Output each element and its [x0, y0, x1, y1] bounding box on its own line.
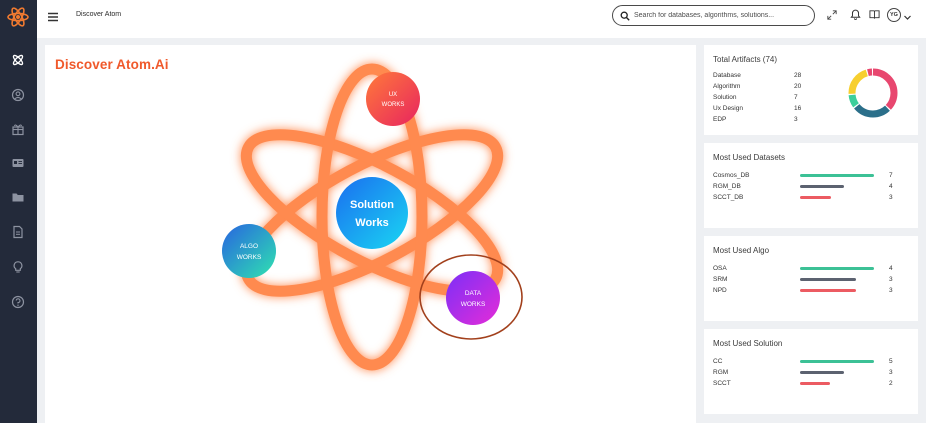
solution-works-label-line2: Works	[355, 217, 388, 229]
atom-logo-icon[interactable]	[7, 6, 29, 28]
most-used-datasets-card: Most Used Datasets Cosmos_DB 7 RGM_DB 4 SCCT…	[704, 143, 918, 228]
user-avatar[interactable]: YG	[887, 8, 901, 22]
datasets-usage-bar	[800, 174, 874, 177]
most-used-algo-card: Most Used Algo OSA 4 SRM 3 NPD 3	[704, 236, 918, 321]
document-icon[interactable]	[9, 223, 27, 241]
atom-diagram: UX WORKS Solution Works ALGO WORKS DATA …	[222, 63, 523, 371]
solution-works-node[interactable]: Solution Works	[336, 177, 408, 249]
page-breadcrumb-title: Discover Atom	[76, 11, 122, 18]
solution-row-label: RGM	[713, 369, 729, 376]
user-circle-icon[interactable]	[9, 86, 27, 104]
sidebar	[0, 0, 37, 423]
solution-row-value: 5	[889, 358, 893, 365]
data-works-node[interactable]: DATA WORKS	[419, 254, 523, 340]
solution-usage-bar	[800, 360, 874, 363]
algo-row-value: 3	[889, 287, 893, 294]
datasets-usage-bar	[800, 196, 832, 199]
most-used-solution-title: Most Used Solution	[713, 339, 783, 348]
solution-usage-bar	[800, 371, 845, 374]
discover-atom-panel: Discover Atom.Ai UX WORKS Solution Works…	[45, 45, 696, 423]
algo-row-value: 3	[889, 276, 893, 283]
ux-works-label-line1: UX	[389, 92, 397, 98]
most-used-datasets-title: Most Used Datasets	[713, 153, 786, 162]
gift-icon[interactable]	[9, 120, 27, 138]
chevron-down-icon[interactable]	[903, 9, 912, 20]
algo-row-label: OSA	[713, 265, 727, 272]
solution-row-value: 2	[889, 380, 893, 387]
lightbulb-icon[interactable]	[9, 258, 27, 276]
expand-icon[interactable]	[825, 8, 838, 21]
help-icon[interactable]	[9, 293, 27, 311]
datasets-row-value: 7	[889, 172, 893, 179]
total-artifacts-title: Total Artifacts (74)	[713, 55, 778, 64]
most-used-algo-title: Most Used Algo	[713, 246, 770, 255]
datasets-usage-bar	[800, 185, 845, 188]
algo-works-node[interactable]: ALGO WORKS	[222, 224, 276, 278]
folder-icon[interactable]	[9, 188, 27, 206]
artifact-row-value: 28	[794, 72, 802, 79]
notification-bell-icon[interactable]	[849, 8, 862, 21]
solution-works-label-line1: Solution	[350, 199, 394, 211]
id-card-icon[interactable]	[9, 154, 27, 172]
algo-usage-bar	[800, 278, 856, 281]
solution-row-value: 3	[889, 369, 893, 376]
search-icon	[620, 11, 630, 21]
book-icon[interactable]	[868, 8, 881, 21]
algo-row-value: 4	[889, 265, 893, 272]
search-box[interactable]	[612, 5, 815, 26]
algo-works-label-line1: ALGO	[240, 243, 258, 250]
datasets-row-label: Cosmos_DB	[713, 172, 750, 179]
solution-row-label: CC	[713, 358, 723, 365]
search-input[interactable]	[634, 9, 810, 22]
artifact-row-value: 7	[794, 94, 798, 101]
ux-works-label-line2: WORKS	[382, 102, 405, 108]
data-works-label-line1: DATA	[465, 290, 482, 297]
artifact-row-value: 3	[794, 116, 798, 123]
algo-works-label-line2: WORKS	[237, 254, 262, 261]
artifact-row-value: 16	[794, 105, 802, 112]
datasets-row-value: 4	[889, 183, 893, 190]
datasets-row-value: 3	[889, 194, 893, 201]
solution-row-label: SCCT	[713, 380, 731, 387]
artifact-row-label: EDP	[713, 116, 727, 123]
artifact-row-label: Algorithm	[713, 83, 741, 90]
atom-icon[interactable]	[9, 51, 27, 69]
data-works-label-line2: WORKS	[461, 301, 486, 308]
solution-usage-bar	[800, 382, 830, 385]
algo-row-label: NPD	[713, 287, 727, 294]
hamburger-menu-icon[interactable]	[47, 10, 59, 22]
algo-usage-bar	[800, 267, 874, 270]
artifact-row-label: Solution	[713, 94, 737, 101]
datasets-row-label: SCCT_DB	[713, 194, 744, 201]
artifacts-donut-chart	[848, 68, 898, 118]
topbar: Discover Atom YG	[37, 0, 926, 38]
most-used-solution-card: Most Used Solution CC 5 RGM 3 SCCT 2	[704, 329, 918, 414]
total-artifacts-card: Total Artifacts (74) Database 28 Algorithm…	[704, 45, 918, 135]
artifact-row-value: 20	[794, 83, 802, 90]
algo-usage-bar	[800, 289, 856, 292]
datasets-row-label: RGM_DB	[713, 183, 741, 190]
ux-works-node[interactable]: UX WORKS	[366, 72, 420, 126]
algo-row-label: SRM	[713, 276, 728, 283]
artifact-row-label: Database	[713, 72, 741, 79]
artifact-row-label: Ux Design	[713, 105, 743, 112]
